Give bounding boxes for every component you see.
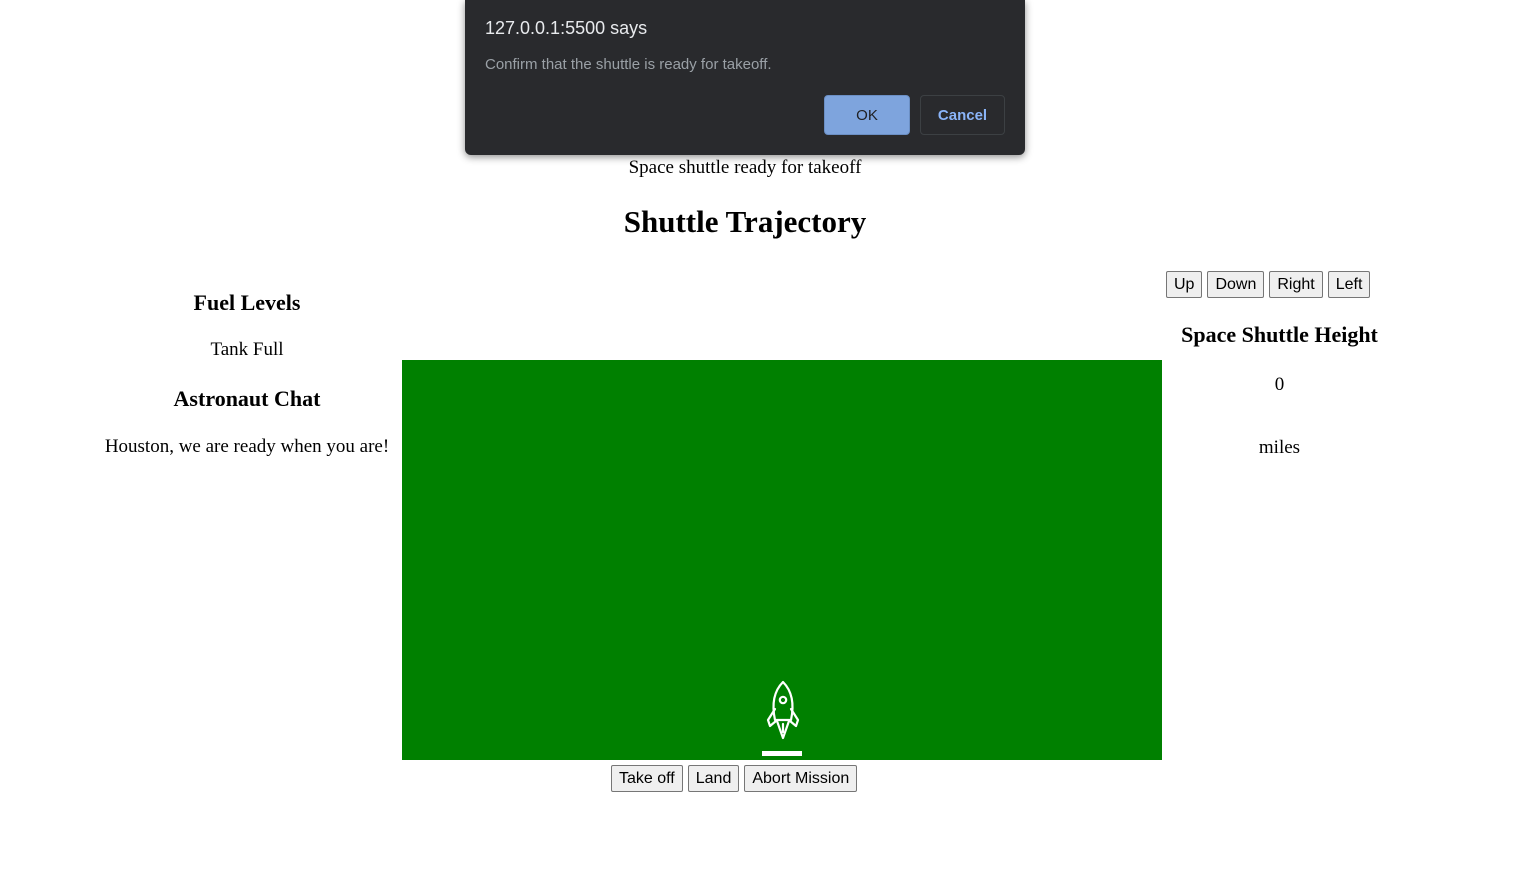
astronaut-chat-message: Houston, we are ready when you are! xyxy=(104,436,390,457)
mission-controls: Take off Land Abort Mission xyxy=(611,765,858,792)
flight-screen xyxy=(402,360,1162,760)
shuttle-height-unit: miles xyxy=(1258,437,1301,458)
dialog-message: Confirm that the shuttle is ready for ta… xyxy=(485,56,772,73)
down-button[interactable]: Down xyxy=(1207,271,1265,298)
rocket-icon xyxy=(766,680,800,740)
shuttle-height-value: 0 xyxy=(1274,374,1285,395)
take-off-button[interactable]: Take off xyxy=(611,765,683,792)
fuel-status: Tank Full xyxy=(210,339,284,360)
right-button[interactable]: Right xyxy=(1269,271,1323,298)
shuttle-height-heading: Space Shuttle Height xyxy=(1181,322,1378,347)
confirm-dialog: 127.0.0.1:5500 says Confirm that the shu… xyxy=(465,0,1025,155)
flight-status-text: Space shuttle ready for takeoff xyxy=(628,157,862,178)
launch-pad xyxy=(762,751,802,756)
page-title: Shuttle Trajectory xyxy=(623,204,867,239)
land-button[interactable]: Land xyxy=(687,765,740,792)
fuel-levels-heading: Fuel Levels xyxy=(193,290,301,315)
up-button[interactable]: Up xyxy=(1166,271,1203,298)
left-button[interactable]: Left xyxy=(1327,271,1371,298)
direction-controls: Up Down Right Left xyxy=(1166,271,1371,298)
abort-mission-button[interactable]: Abort Mission xyxy=(744,765,858,792)
dialog-title: 127.0.0.1:5500 says xyxy=(485,18,648,38)
cancel-button[interactable]: Cancel xyxy=(920,95,1005,135)
ok-button[interactable]: OK xyxy=(824,95,910,135)
astronaut-chat-heading: Astronaut Chat xyxy=(173,386,321,411)
